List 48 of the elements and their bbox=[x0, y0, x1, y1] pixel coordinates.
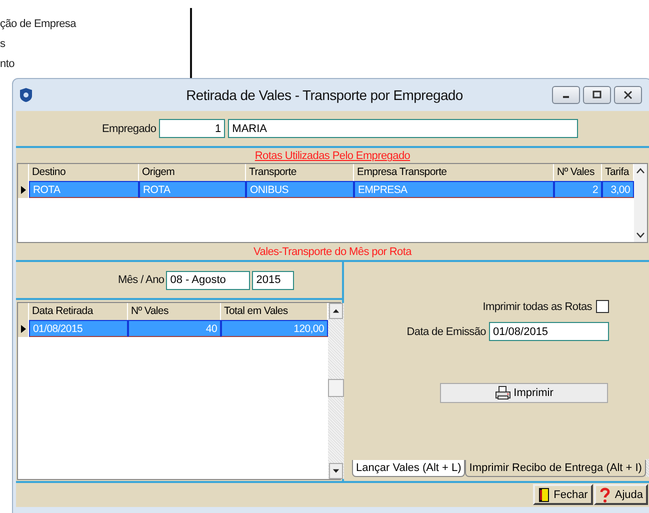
background-menu-text: s bbox=[0, 38, 6, 50]
year-field[interactable]: 2015 bbox=[252, 270, 294, 290]
background-menu-text: nto bbox=[0, 58, 14, 70]
table-cell: ROTA bbox=[29, 181, 139, 198]
close-icon bbox=[623, 90, 633, 100]
section-title: Rotas Utilizadas Pelo Empregado bbox=[254, 149, 412, 163]
month-field[interactable]: 08 - Agosto bbox=[166, 270, 250, 290]
table-cell: EMPRESA bbox=[354, 181, 554, 198]
employee-label: Empregado bbox=[102, 122, 156, 134]
checkbox[interactable] bbox=[596, 300, 609, 313]
scroll-down-icon[interactable] bbox=[329, 463, 343, 479]
close-button[interactable] bbox=[614, 86, 642, 104]
table-cell: ONIBUS bbox=[246, 181, 354, 198]
print-button[interactable]: Imprimir bbox=[440, 383, 608, 403]
scroll-up-icon[interactable] bbox=[329, 303, 343, 319]
background-menu-text: ção de Empresa bbox=[0, 18, 76, 30]
shield-icon bbox=[19, 87, 33, 103]
table-cell: 3,00 bbox=[602, 181, 634, 198]
row-pointer-icon bbox=[20, 186, 26, 194]
employee-name-field[interactable]: MARIA bbox=[228, 119, 578, 138]
scroll-down-icon[interactable] bbox=[636, 232, 645, 238]
table-cell: ROTA bbox=[139, 181, 246, 198]
minimize-button[interactable] bbox=[552, 86, 580, 104]
maximize-icon bbox=[592, 90, 602, 100]
section-title: Vales-Transporte do Mês por Rota bbox=[16, 243, 649, 262]
scroll-thumb[interactable] bbox=[328, 379, 344, 397]
printer-icon bbox=[494, 386, 511, 400]
door-icon bbox=[538, 486, 550, 502]
tab[interactable]: Imprimir Recibo de Entrega (Alt + I) bbox=[465, 460, 646, 477]
question-mark-icon bbox=[598, 486, 611, 502]
table-cell: 40 bbox=[128, 320, 221, 337]
close-form-button[interactable]: Fechar bbox=[532, 484, 593, 505]
table-cell: 120,00 bbox=[221, 320, 328, 337]
maximize-button[interactable] bbox=[583, 86, 611, 104]
scrollbar[interactable] bbox=[634, 164, 647, 242]
period-label: Mês / Ano bbox=[118, 274, 164, 286]
table-cell: 2 bbox=[554, 181, 602, 198]
employee-code-field[interactable]: 1 bbox=[159, 119, 226, 138]
emission-date-label: Data de Emissão bbox=[406, 326, 486, 338]
emission-date-field[interactable]: 01/08/2015 bbox=[489, 322, 609, 341]
scroll-up-icon[interactable] bbox=[636, 168, 645, 174]
row-pointer-icon bbox=[20, 324, 26, 332]
scrollbar[interactable] bbox=[328, 303, 344, 479]
print-all-routes-label: Imprimir todas as Rotas bbox=[482, 300, 592, 312]
tab[interactable]: Lançar Vales (Alt + L) bbox=[352, 460, 466, 477]
help-button[interactable]: Ajuda bbox=[594, 484, 648, 505]
window-title: Retirada de Vales - Transporte por Empregado bbox=[185, 87, 464, 103]
table-cell: 01/08/2015 bbox=[29, 320, 128, 337]
